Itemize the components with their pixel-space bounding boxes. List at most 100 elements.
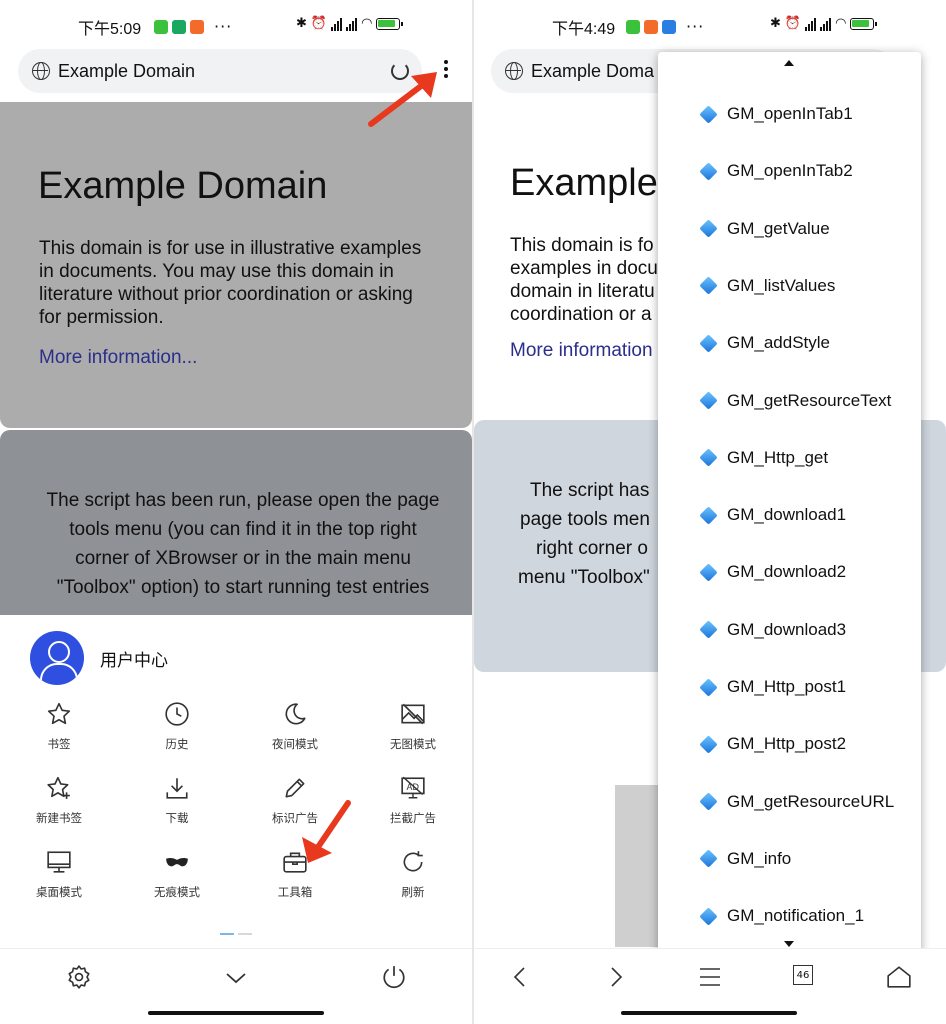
star-icon	[45, 700, 73, 728]
script-diamond-icon	[699, 849, 718, 869]
menu-item-label: GM_notification_1	[727, 906, 865, 926]
menu-item-gm-download2[interactable]: GM_download2	[699, 557, 846, 587]
more-information-link[interactable]: More information...	[39, 347, 197, 369]
home-indicator	[148, 1011, 324, 1015]
forward-icon[interactable]	[604, 965, 628, 989]
script-diamond-icon	[699, 333, 718, 353]
svg-text:AD: AD	[407, 783, 420, 793]
page-heading: Example Domain	[38, 165, 328, 207]
script-diamond-icon	[699, 677, 718, 697]
home-icon[interactable]	[886, 964, 912, 990]
menu-item-label: GM_info	[727, 848, 792, 868]
menu-item-gm-getresourceurl[interactable]: GM_getResourceURL	[699, 787, 894, 817]
annotation-arrow-top	[368, 72, 437, 127]
user-center[interactable]: 用户中心	[30, 631, 168, 685]
globe-icon	[32, 62, 50, 80]
more-information-link[interactable]: More information	[510, 340, 653, 362]
gear-icon[interactable]	[66, 964, 92, 990]
battery-icon	[376, 17, 404, 30]
status-notification-icons: ···	[622, 17, 704, 36]
status-system-icons: ✱ ⏰ ◠	[770, 16, 878, 31]
menu-item-gm-listvalues[interactable]: GM_listValues	[699, 271, 836, 301]
page-indicator	[220, 933, 252, 935]
more-notifications-icon: ···	[686, 17, 705, 36]
game-badge-icon	[172, 19, 186, 34]
alarm-icon: ⏰	[784, 16, 802, 31]
menu-item-label: GM_listValues	[727, 275, 836, 295]
script-notice-text: The script has been run, please open the…	[46, 490, 440, 598]
main-menu-sheet: 用户中心 书签 历史 夜间模式 无图模式 新建书签 下载 标识广告 AD 拦截广…	[0, 615, 472, 955]
menu-item-bookmarks[interactable]: 书签	[0, 700, 118, 752]
taobao-badge-icon	[644, 19, 658, 34]
menu-item-gm-openintab1[interactable]: GM_openInTab1	[699, 99, 853, 129]
script-diamond-icon	[699, 735, 718, 754]
menu-item-label: GM_openInTab2	[727, 161, 853, 181]
mask-icon	[163, 848, 191, 876]
more-notifications-icon: ···	[214, 17, 233, 36]
avatar	[30, 631, 84, 685]
bluetooth-icon: ✱	[296, 16, 307, 31]
bottom-toolbar: 46	[474, 948, 946, 1004]
status-bar: 下午5:09 ··· ✱ ⏰ ◠	[0, 0, 472, 48]
menu-item-downloads[interactable]: 下载	[118, 774, 236, 826]
tabs-icon[interactable]: 46	[793, 965, 813, 985]
menu-item-gm-addstyle[interactable]: GM_addStyle	[699, 328, 830, 358]
menu-item-gm-openintab2[interactable]: GM_openInTab2	[699, 156, 853, 186]
page-heading: Example	[510, 162, 658, 204]
home-indicator	[621, 1011, 797, 1015]
signal-icon-2	[820, 17, 832, 31]
menu-item-history[interactable]: 历史	[118, 700, 236, 752]
menu-item-gm-getvalue[interactable]: GM_getValue	[699, 214, 830, 244]
back-icon[interactable]	[508, 965, 532, 989]
script-diamond-icon	[699, 448, 718, 467]
menu-grid: 书签 历史 夜间模式 无图模式 新建书签 下载 标识广告 AD 拦截广告 桌面模…	[0, 700, 472, 900]
menu-item-night-mode[interactable]: 夜间模式	[236, 700, 354, 752]
menu-item-gm-notification-1[interactable]: GM_notification_1	[699, 901, 865, 931]
user-center-label: 用户中心	[100, 650, 168, 671]
app-badge-icon	[626, 19, 640, 34]
page-tools-menu: GM_openInTab1 GM_openInTab2 GM_getValue GM_…	[658, 52, 921, 955]
menu-item-incognito[interactable]: 无痕模式	[118, 848, 236, 900]
script-diamond-icon	[699, 906, 718, 926]
menu-item-gm-http-get[interactable]: GM_Http_get	[699, 443, 829, 473]
address-text: Example Domain	[58, 60, 196, 81]
address-bar[interactable]: Example Domain	[18, 49, 422, 93]
menu-item-gm-http-post2[interactable]: GM_Http_post2	[699, 729, 846, 759]
scroll-up-icon[interactable]	[784, 60, 794, 66]
menu-item-label: GM_download1	[727, 505, 847, 525]
app-badge-icon	[154, 19, 168, 34]
menu-item-label: GM_download3	[727, 619, 847, 639]
menu-item-new-bookmark[interactable]: 新建书签	[0, 774, 118, 826]
script-diamond-icon	[699, 162, 718, 181]
annotation-arrow-bottom	[302, 800, 351, 863]
menu-icon[interactable]	[698, 965, 722, 989]
script-diamond-icon	[699, 620, 718, 639]
menu-item-gm-info[interactable]: GM_info	[699, 844, 792, 874]
bottom-toolbar	[0, 948, 472, 1004]
app-badge-icon-2	[662, 19, 676, 34]
left-screenshot: 下午5:09 ··· ✱ ⏰ ◠ Example Domain Example …	[0, 0, 472, 1024]
menu-item-gm-download3[interactable]: GM_download3	[699, 615, 847, 645]
bluetooth-icon: ✱	[770, 16, 781, 31]
signal-icon	[805, 17, 817, 31]
menu-item-refresh[interactable]: 刷新	[354, 848, 472, 900]
address-text: Example Doma	[531, 60, 655, 81]
menu-item-block-ads[interactable]: AD 拦截广告	[354, 774, 472, 826]
menu-item-label: GM_Http_get	[727, 447, 829, 467]
page-paragraph: This domain is fo examples in docu domai…	[510, 235, 658, 325]
menu-item-no-image-mode[interactable]: 无图模式	[354, 700, 472, 752]
script-diamond-icon	[699, 104, 718, 124]
right-screenshot: 下午4:49 ··· ✱ ⏰ ◠ Example Doma Example Th…	[474, 0, 946, 1024]
power-icon[interactable]	[381, 964, 407, 990]
chevron-down-icon[interactable]	[224, 966, 248, 990]
scroll-down-icon[interactable]	[784, 941, 794, 947]
menu-item-gm-http-post1[interactable]: GM_Http_post1	[699, 672, 846, 702]
menu-item-label: GM_getValue	[727, 218, 830, 238]
menu-item-gm-getresourcetext[interactable]: GM_getResourceText	[699, 386, 891, 416]
status-bar: 下午4:49 ··· ✱ ⏰ ◠	[474, 0, 946, 48]
menu-item-label: GM_addStyle	[727, 333, 830, 353]
menu-item-gm-download1[interactable]: GM_download1	[699, 500, 847, 530]
signal-icon	[331, 17, 343, 31]
menu-item-desktop-mode[interactable]: 桌面模式	[0, 848, 118, 900]
script-diamond-icon	[699, 792, 718, 811]
